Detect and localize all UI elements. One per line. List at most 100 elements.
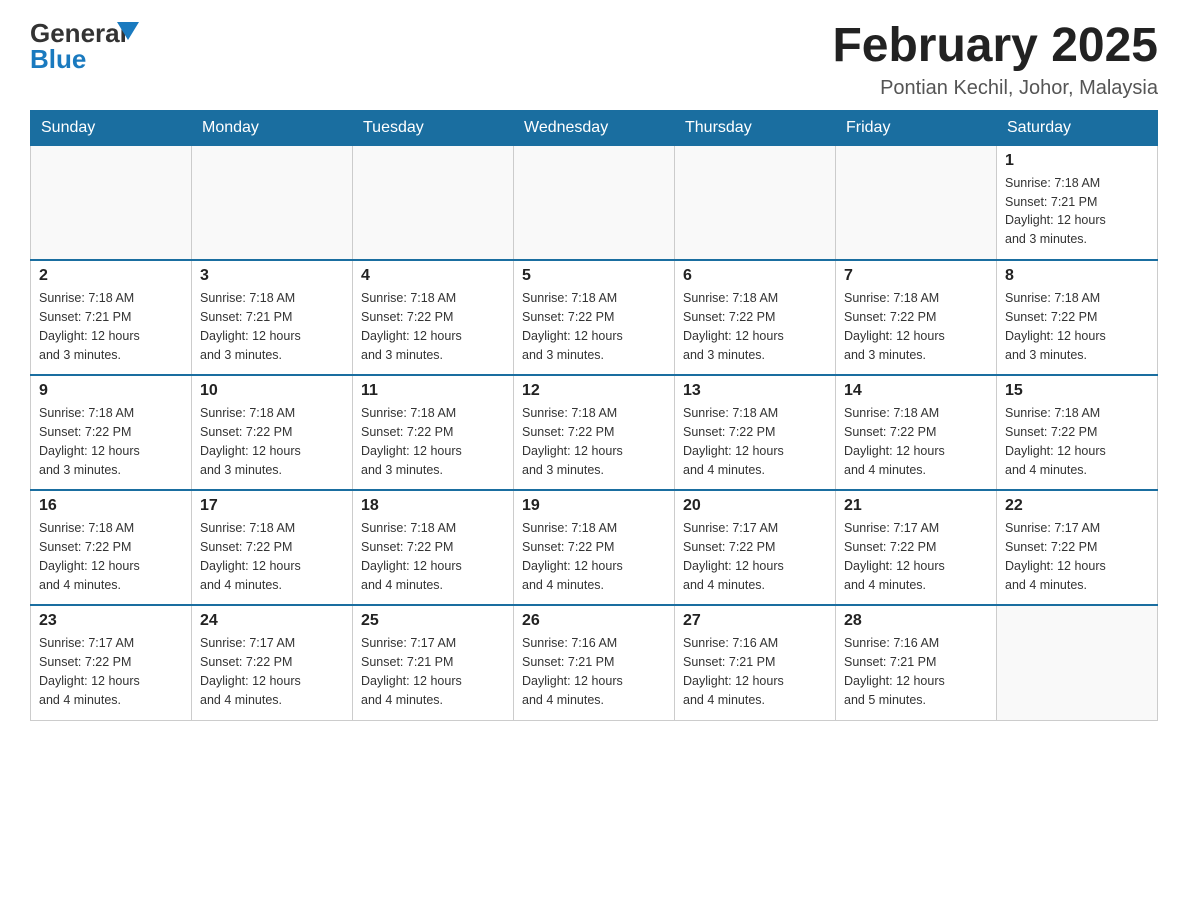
calendar-body: 1Sunrise: 7:18 AM Sunset: 7:21 PM Daylig… xyxy=(31,145,1158,720)
logo: General Blue xyxy=(30,20,139,72)
calendar-cell-w2-d1: 2Sunrise: 7:18 AM Sunset: 7:21 PM Daylig… xyxy=(31,260,192,375)
day-info: Sunrise: 7:18 AM Sunset: 7:21 PM Dayligh… xyxy=(1005,174,1149,249)
day-number: 19 xyxy=(522,497,666,515)
day-number: 26 xyxy=(522,612,666,630)
week-row-2: 2Sunrise: 7:18 AM Sunset: 7:21 PM Daylig… xyxy=(31,260,1158,375)
calendar-cell-w1-d3 xyxy=(353,145,514,260)
calendar-cell-w3-d2: 10Sunrise: 7:18 AM Sunset: 7:22 PM Dayli… xyxy=(192,375,353,490)
day-number: 13 xyxy=(683,382,827,400)
calendar-cell-w1-d2 xyxy=(192,145,353,260)
calendar-cell-w4-d2: 17 Sunrise: 7:18 AM Sunset: 7:22 PM Dayli… xyxy=(192,490,353,605)
calendar-cell-w4-d6: 21 Sunrise: 7:17 AM Sunset: 7:22 PM Dayli… xyxy=(836,490,997,605)
calendar-cell-w5-d4: 26 Sunrise: 7:16 AM Sunset: 7:21 PM Dayli… xyxy=(514,605,675,720)
day-info: Sunrise: 7:18 AM Sunset: 7:22 PM Dayligh… xyxy=(39,404,183,479)
header-thursday: Thursday xyxy=(675,110,836,145)
day-number: 4 xyxy=(361,267,505,285)
day-number: 25 xyxy=(361,612,505,630)
calendar-cell-w3-d3: 11 Sunrise: 7:18 AM Sunset: 7:22 PM Dayli… xyxy=(353,375,514,490)
day-info: Sunrise: 7:18 AM Sunset: 7:22 PM Dayligh… xyxy=(361,289,505,364)
day-info: Sunrise: 7:18 AM Sunset: 7:22 PM Dayligh… xyxy=(683,404,827,479)
logo-blue: Blue xyxy=(30,46,127,72)
day-info: Sunrise: 7:16 AM Sunset: 7:21 PM Dayligh… xyxy=(844,634,988,709)
logo-text: General Blue xyxy=(30,20,127,72)
day-number: 11 xyxy=(361,382,505,400)
day-info: Sunrise: 7:18 AM Sunset: 7:22 PM Dayligh… xyxy=(1005,289,1149,364)
calendar-cell-w2-d5: 6 Sunrise: 7:18 AM Sunset: 7:22 PM Daylig… xyxy=(675,260,836,375)
day-info: Sunrise: 7:18 AM Sunset: 7:22 PM Dayligh… xyxy=(200,519,344,594)
day-info: Sunrise: 7:18 AM Sunset: 7:22 PM Dayligh… xyxy=(39,519,183,594)
day-number: 15 xyxy=(1005,382,1149,400)
calendar-cell-w1-d7: 1Sunrise: 7:18 AM Sunset: 7:21 PM Daylig… xyxy=(997,145,1158,260)
day-info: Sunrise: 7:18 AM Sunset: 7:22 PM Dayligh… xyxy=(361,404,505,479)
logo-arrow-icon xyxy=(117,22,139,40)
day-info: Sunrise: 7:17 AM Sunset: 7:22 PM Dayligh… xyxy=(844,519,988,594)
calendar-title: February 2025 xyxy=(832,20,1158,73)
day-info: Sunrise: 7:18 AM Sunset: 7:21 PM Dayligh… xyxy=(39,289,183,364)
day-info: Sunrise: 7:17 AM Sunset: 7:22 PM Dayligh… xyxy=(1005,519,1149,594)
calendar-cell-w3-d1: 9 Sunrise: 7:18 AM Sunset: 7:22 PM Daylig… xyxy=(31,375,192,490)
day-info: Sunrise: 7:18 AM Sunset: 7:22 PM Dayligh… xyxy=(1005,404,1149,479)
day-info: Sunrise: 7:18 AM Sunset: 7:22 PM Dayligh… xyxy=(522,404,666,479)
header-wednesday: Wednesday xyxy=(514,110,675,145)
week-row-1: 1Sunrise: 7:18 AM Sunset: 7:21 PM Daylig… xyxy=(31,145,1158,260)
week-row-4: 16 Sunrise: 7:18 AM Sunset: 7:22 PM Dayli… xyxy=(31,490,1158,605)
header-row: SundayMondayTuesdayWednesdayThursdayFrid… xyxy=(31,110,1158,145)
day-number: 7 xyxy=(844,267,988,285)
calendar-cell-w2-d4: 5Sunrise: 7:18 AM Sunset: 7:22 PM Daylig… xyxy=(514,260,675,375)
calendar-subtitle: Pontian Kechil, Johor, Malaysia xyxy=(832,77,1158,100)
day-number: 9 xyxy=(39,382,183,400)
calendar-cell-w4-d5: 20 Sunrise: 7:17 AM Sunset: 7:22 PM Dayli… xyxy=(675,490,836,605)
day-info: Sunrise: 7:18 AM Sunset: 7:22 PM Dayligh… xyxy=(844,289,988,364)
calendar-cell-w5-d1: 23 Sunrise: 7:17 AM Sunset: 7:22 PM Dayli… xyxy=(31,605,192,720)
calendar-cell-w2-d6: 7 Sunrise: 7:18 AM Sunset: 7:22 PM Daylig… xyxy=(836,260,997,375)
calendar-cell-w5-d7 xyxy=(997,605,1158,720)
week-row-5: 23 Sunrise: 7:17 AM Sunset: 7:22 PM Dayli… xyxy=(31,605,1158,720)
header-friday: Friday xyxy=(836,110,997,145)
calendar-cell-w5-d2: 24Sunrise: 7:17 AM Sunset: 7:22 PM Dayli… xyxy=(192,605,353,720)
day-number: 8 xyxy=(1005,267,1149,285)
calendar-cell-w3-d6: 14 Sunrise: 7:18 AM Sunset: 7:22 PM Dayli… xyxy=(836,375,997,490)
page-header: General Blue February 2025 Pontian Kechi… xyxy=(30,20,1158,100)
day-number: 12 xyxy=(522,382,666,400)
header-saturday: Saturday xyxy=(997,110,1158,145)
day-number: 16 xyxy=(39,497,183,515)
calendar-cell-w4-d4: 19Sunrise: 7:18 AM Sunset: 7:22 PM Dayli… xyxy=(514,490,675,605)
header-monday: Monday xyxy=(192,110,353,145)
calendar-cell-w3-d7: 15 Sunrise: 7:18 AM Sunset: 7:22 PM Dayli… xyxy=(997,375,1158,490)
day-info: Sunrise: 7:16 AM Sunset: 7:21 PM Dayligh… xyxy=(522,634,666,709)
day-info: Sunrise: 7:18 AM Sunset: 7:22 PM Dayligh… xyxy=(361,519,505,594)
calendar-cell-w2-d7: 8 Sunrise: 7:18 AM Sunset: 7:22 PM Daylig… xyxy=(997,260,1158,375)
calendar-cell-w5-d6: 28 Sunrise: 7:16 AM Sunset: 7:21 PM Dayli… xyxy=(836,605,997,720)
day-number: 14 xyxy=(844,382,988,400)
day-info: Sunrise: 7:16 AM Sunset: 7:21 PM Dayligh… xyxy=(683,634,827,709)
day-number: 6 xyxy=(683,267,827,285)
day-number: 3 xyxy=(200,267,344,285)
day-info: Sunrise: 7:18 AM Sunset: 7:22 PM Dayligh… xyxy=(200,404,344,479)
day-info: Sunrise: 7:18 AM Sunset: 7:22 PM Dayligh… xyxy=(844,404,988,479)
day-number: 17 xyxy=(200,497,344,515)
calendar-cell-w1-d1 xyxy=(31,145,192,260)
day-number: 24 xyxy=(200,612,344,630)
day-info: Sunrise: 7:17 AM Sunset: 7:21 PM Dayligh… xyxy=(361,634,505,709)
day-number: 28 xyxy=(844,612,988,630)
calendar-cell-w4-d3: 18Sunrise: 7:18 AM Sunset: 7:22 PM Dayli… xyxy=(353,490,514,605)
day-number: 20 xyxy=(683,497,827,515)
day-info: Sunrise: 7:18 AM Sunset: 7:22 PM Dayligh… xyxy=(683,289,827,364)
day-number: 21 xyxy=(844,497,988,515)
calendar-cell-w5-d3: 25 Sunrise: 7:17 AM Sunset: 7:21 PM Dayli… xyxy=(353,605,514,720)
calendar-table: SundayMondayTuesdayWednesdayThursdayFrid… xyxy=(30,110,1158,721)
calendar-header: SundayMondayTuesdayWednesdayThursdayFrid… xyxy=(31,110,1158,145)
calendar-cell-w4-d7: 22Sunrise: 7:17 AM Sunset: 7:22 PM Dayli… xyxy=(997,490,1158,605)
day-info: Sunrise: 7:18 AM Sunset: 7:21 PM Dayligh… xyxy=(200,289,344,364)
calendar-cell-w4-d1: 16 Sunrise: 7:18 AM Sunset: 7:22 PM Dayli… xyxy=(31,490,192,605)
header-tuesday: Tuesday xyxy=(353,110,514,145)
header-sunday: Sunday xyxy=(31,110,192,145)
calendar-cell-w2-d2: 3 Sunrise: 7:18 AM Sunset: 7:21 PM Daylig… xyxy=(192,260,353,375)
day-info: Sunrise: 7:17 AM Sunset: 7:22 PM Dayligh… xyxy=(39,634,183,709)
calendar-cell-w3-d5: 13 Sunrise: 7:18 AM Sunset: 7:22 PM Dayli… xyxy=(675,375,836,490)
day-number: 27 xyxy=(683,612,827,630)
day-number: 23 xyxy=(39,612,183,630)
day-info: Sunrise: 7:17 AM Sunset: 7:22 PM Dayligh… xyxy=(683,519,827,594)
day-info: Sunrise: 7:18 AM Sunset: 7:22 PM Dayligh… xyxy=(522,289,666,364)
week-row-3: 9 Sunrise: 7:18 AM Sunset: 7:22 PM Daylig… xyxy=(31,375,1158,490)
